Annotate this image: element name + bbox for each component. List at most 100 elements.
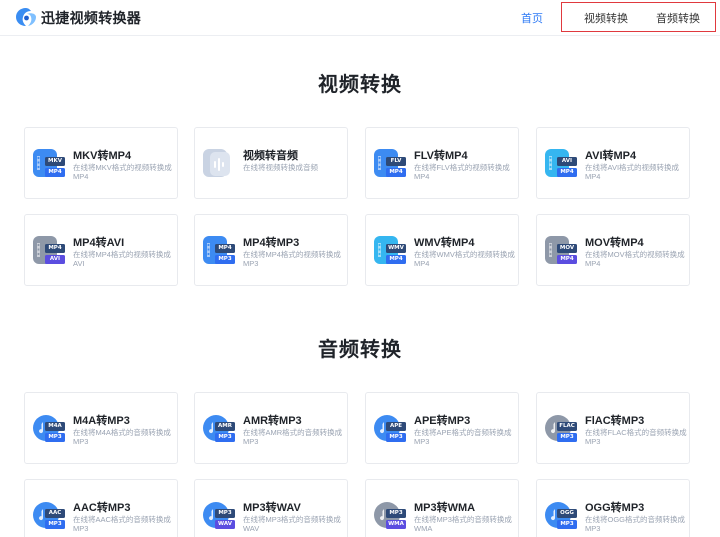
- audio-section-title: 音频转换: [318, 339, 402, 361]
- card-description: 在线将MP3格式的音频转换成WMA: [414, 515, 512, 533]
- film-strip-icon: WMV MP4: [372, 234, 406, 268]
- target-format-tag: MP3: [557, 520, 577, 529]
- film-strip-icon: MOV MP4: [543, 234, 577, 268]
- card-title: MP3转WAV: [243, 502, 301, 514]
- music-note-icon: MP3 WMA: [372, 499, 406, 533]
- target-format-tag: MP4: [45, 168, 65, 177]
- converter-card[interactable]: 视频转音频 在线将视频转换成音频: [194, 127, 348, 199]
- card-title: AMR转MP3: [243, 415, 302, 427]
- card-description: 在线将WMV格式的视频转换成MP4: [414, 250, 515, 268]
- converter-card[interactable]: APE MP3 APE转MP3 在线将APE格式的音频转换成MP3: [365, 392, 519, 464]
- target-format-tag: MP3: [45, 520, 65, 529]
- source-format-tag: AMR: [215, 422, 235, 431]
- card-title: OGG转MP3: [585, 502, 645, 514]
- card-description: 在线将MP4格式的视频转换成AVI: [73, 250, 171, 268]
- source-format-tag: AAC: [45, 509, 65, 518]
- card-title: APE转MP3: [414, 415, 471, 427]
- card-title: FlAC转MP3: [585, 415, 645, 427]
- target-format-tag: MP3: [215, 255, 235, 264]
- target-format-tag: MP4: [386, 255, 406, 264]
- card-title: AVI转MP4: [585, 150, 637, 162]
- card-description: 在线将AAC格式的音频转换成MP3: [73, 515, 171, 533]
- source-format-tag: FLV: [386, 157, 406, 166]
- music-note-icon: AMR MP3: [201, 412, 235, 446]
- card-description: 在线将MP3格式的音频转换成WAV: [243, 515, 341, 533]
- target-format-tag: MP3: [386, 433, 406, 442]
- card-description: 在线将视频转换成音频: [243, 163, 318, 172]
- card-description: 在线将M4A格式的音频转换成MP3: [73, 428, 171, 446]
- music-note-icon: M4A MP3: [31, 412, 65, 446]
- target-format-tag: MP3: [215, 433, 235, 442]
- nav-audio-convert-link[interactable]: 音频转换: [656, 10, 700, 26]
- source-format-tag: MOV: [557, 244, 577, 253]
- card-description: 在线将FLAC格式的音频转换成MP3: [585, 428, 687, 446]
- film-strip-icon: MKV MP4: [31, 147, 65, 181]
- target-format-tag: WMA: [386, 520, 406, 529]
- target-format-tag: WAV: [215, 520, 235, 529]
- converter-card[interactable]: AAC MP3 AAC转MP3 在线将AAC格式的音频转换成MP3: [24, 479, 178, 537]
- card-description: 在线将FLV格式的视频转换成MP4: [414, 163, 510, 181]
- card-title: AAC转MP3: [73, 502, 131, 514]
- target-format-tag: MP4: [557, 255, 577, 264]
- top-header: 迅捷视频转换器 首页 视频转换 音频转换: [0, 0, 720, 36]
- card-title: M4A转MP3: [73, 415, 130, 427]
- converter-card[interactable]: MP3 WAV MP3转WAV 在线将MP3格式的音频转换成WAV: [194, 479, 348, 537]
- converter-card[interactable]: MP4 AVI MP4转AVI 在线将MP4格式的视频转换成AVI: [24, 214, 178, 286]
- waveform-icon: [201, 147, 235, 181]
- source-format-tag: WMV: [386, 244, 406, 253]
- target-format-tag: MP4: [386, 168, 406, 177]
- converter-card[interactable]: FLAC MP3 FlAC转MP3 在线将FLAC格式的音频转换成MP3: [536, 392, 690, 464]
- music-note-icon: APE MP3: [372, 412, 406, 446]
- music-note-icon: FLAC MP3: [543, 412, 577, 446]
- source-format-tag: OGG: [557, 509, 577, 518]
- converter-card[interactable]: AVI MP4 AVI转MP4 在线将AVI格式的视频转换成MP4: [536, 127, 690, 199]
- source-format-tag: M4A: [45, 422, 65, 431]
- video-section-title: 视频转换: [318, 74, 402, 96]
- app-logo-icon[interactable]: [14, 6, 38, 28]
- card-title: MP4转AVI: [73, 237, 125, 249]
- source-format-tag: FLAC: [557, 422, 577, 431]
- card-title: FLV转MP4: [414, 150, 468, 162]
- converter-card[interactable]: WMV MP4 WMV转MP4 在线将WMV格式的视频转换成MP4: [365, 214, 519, 286]
- target-format-tag: MP3: [557, 433, 577, 442]
- source-format-tag: AVI: [557, 157, 577, 166]
- music-note-icon: OGG MP3: [543, 499, 577, 533]
- card-description: 在线将MKV格式的视频转换成MP4: [73, 163, 172, 181]
- converter-card[interactable]: AMR MP3 AMR转MP3 在线将AMR格式的音频转换成MP3: [194, 392, 348, 464]
- card-title: 视频转音频: [243, 150, 298, 162]
- converter-card[interactable]: MP3 WMA MP3转WMA 在线将MP3格式的音频转换成WMA: [365, 479, 519, 537]
- source-format-tag: MP4: [215, 244, 235, 253]
- nav-home-link[interactable]: 首页: [521, 10, 543, 26]
- film-strip-icon: MP4 MP3: [201, 234, 235, 268]
- source-format-tag: MKV: [45, 157, 65, 166]
- target-format-tag: MP3: [45, 433, 65, 442]
- target-format-tag: MP4: [557, 168, 577, 177]
- waveform-icon: [210, 152, 230, 176]
- source-format-tag: MP3: [215, 509, 235, 518]
- source-format-tag: MP3: [386, 509, 406, 518]
- converter-card[interactable]: MKV MP4 MKV转MP4 在线将MKV格式的视频转换成MP4: [24, 127, 178, 199]
- converter-card[interactable]: OGG MP3 OGG转MP3 在线将OGG格式的音频转换成MP3: [536, 479, 690, 537]
- card-title: MP4转MP3: [243, 237, 300, 249]
- card-title: WMV转MP4: [414, 237, 475, 249]
- card-description: 在线将AVI格式的视频转换成MP4: [585, 163, 680, 181]
- card-title: MKV转MP4: [73, 150, 132, 162]
- brand-name[interactable]: 迅捷视频转换器: [41, 8, 141, 28]
- card-description: 在线将APE格式的音频转换成MP3: [414, 428, 512, 446]
- converter-card[interactable]: FLV MP4 FLV转MP4 在线将FLV格式的视频转换成MP4: [365, 127, 519, 199]
- card-description: 在线将MP4格式的视频转换成MP3: [243, 250, 341, 268]
- source-format-tag: MP4: [45, 244, 65, 253]
- card-title: MP3转WMA: [414, 502, 476, 514]
- card-description: 在线将AMR格式的音频转换成MP3: [243, 428, 343, 446]
- card-title: MOV转MP4: [585, 237, 644, 249]
- nav-video-convert-link[interactable]: 视频转换: [584, 10, 628, 26]
- music-note-icon: AAC MP3: [31, 499, 65, 533]
- source-format-tag: APE: [386, 422, 406, 431]
- converter-card[interactable]: MOV MP4 MOV转MP4 在线将MOV格式的视频转换成MP4: [536, 214, 690, 286]
- converter-card[interactable]: MP4 MP3 MP4转MP3 在线将MP4格式的视频转换成MP3: [194, 214, 348, 286]
- card-description: 在线将MOV格式的视频转换成MP4: [585, 250, 685, 268]
- film-strip-icon: MP4 AVI: [31, 234, 65, 268]
- converter-card[interactable]: M4A MP3 M4A转MP3 在线将M4A格式的音频转换成MP3: [24, 392, 178, 464]
- music-note-icon: MP3 WAV: [201, 499, 235, 533]
- film-strip-icon: FLV MP4: [372, 147, 406, 181]
